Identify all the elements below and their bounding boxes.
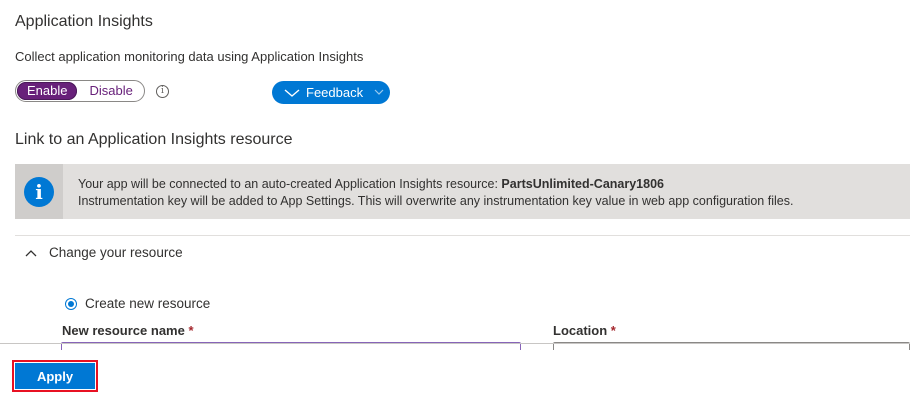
info-banner: i Your app will be connected to an auto-…	[15, 164, 910, 219]
location-label: Location *	[553, 323, 616, 338]
banner-line-1-text: Your app will be connected to an auto-cr…	[78, 177, 502, 191]
feedback-label: Feedback	[306, 85, 364, 100]
banner-resource-name: PartsUnlimited-Canary1806	[501, 177, 664, 191]
new-resource-name-label: New resource name *	[62, 323, 194, 338]
radio-selected-icon	[65, 297, 77, 310]
chevron-up-icon	[25, 249, 37, 256]
banner-line-1: Your app will be connected to an auto-cr…	[78, 177, 664, 191]
radio-label: Create new resource	[85, 296, 211, 311]
info-icon[interactable]: i	[156, 85, 169, 98]
chevron-down-icon	[284, 88, 300, 97]
section-title-link-resource: Link to an Application Insights resource	[15, 131, 293, 148]
divider	[15, 235, 910, 236]
create-new-resource-radio[interactable]: Create new resource	[65, 296, 210, 311]
app-insights-description: Collect application monitoring data usin…	[15, 49, 364, 64]
required-marker: *	[188, 323, 194, 338]
location-text: Location	[553, 323, 608, 338]
required-marker: *	[610, 323, 616, 338]
enable-option[interactable]: Enable	[17, 82, 78, 100]
disable-option[interactable]: Disable	[77, 82, 142, 100]
banner-icon-area: i	[15, 164, 63, 219]
section-title-app-insights: Application Insights	[15, 13, 153, 30]
change-resource-expander[interactable]: Change your resource	[25, 245, 183, 260]
footer-divider	[0, 343, 910, 344]
feedback-button[interactable]: Feedback	[272, 81, 390, 104]
expander-label: Change your resource	[49, 245, 183, 260]
info-icon: i	[24, 177, 54, 207]
chevron-down-small-icon	[374, 89, 384, 95]
new-resource-name-text: New resource name	[62, 323, 185, 338]
enable-disable-toggle[interactable]: Enable Disable	[15, 80, 145, 102]
apply-button[interactable]: Apply	[15, 363, 95, 389]
banner-line-2: Instrumentation key will be added to App…	[78, 194, 794, 208]
